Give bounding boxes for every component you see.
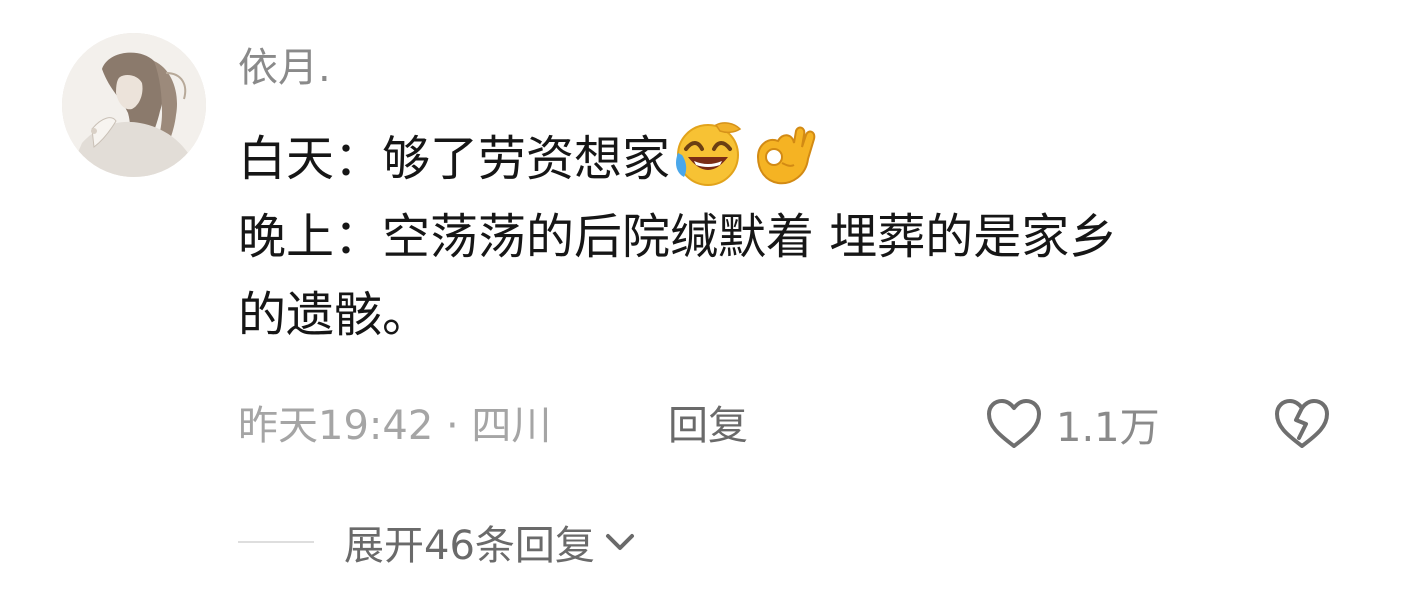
avatar[interactable] [62, 33, 206, 177]
comment-line-3: 的遗骸。 [238, 287, 431, 343]
like-button[interactable]: 1.1万 [984, 392, 1160, 456]
username[interactable]: 依月. [238, 40, 331, 96]
avatar-illustration [62, 33, 206, 177]
comment-line-1-text: 白天：够了劳资想家 [238, 131, 671, 187]
chevron-down-icon [605, 534, 634, 550]
comment-line-2: 晚上：空荡荡的后院缄默着 埋葬的是家乡 [238, 209, 1118, 265]
replies-divider [238, 541, 314, 543]
expand-replies-label: 展开46条回复 [344, 523, 595, 569]
comment-text: 白天：够了劳资想家 晚上：空荡荡的后院缄默着 埋葬的是家乡 的遗骸。 [238, 119, 1358, 354]
expand-replies-button[interactable]: 展开46条回复 [344, 512, 637, 572]
reply-button[interactable]: 回复 [668, 396, 748, 456]
comment-line-1: 白天：够了劳资想家 [238, 119, 1358, 198]
dislike-button[interactable] [1270, 392, 1334, 456]
like-count: 1.1万 [1056, 405, 1160, 451]
comment-meta: 昨天19:42 · 四川 [238, 403, 552, 449]
laughing-crying-emoji-icon [672, 119, 744, 191]
ok-hand-emoji-icon [746, 119, 818, 191]
heart-outline-icon [987, 399, 1041, 448]
broken-heart-icon [1275, 399, 1329, 448]
